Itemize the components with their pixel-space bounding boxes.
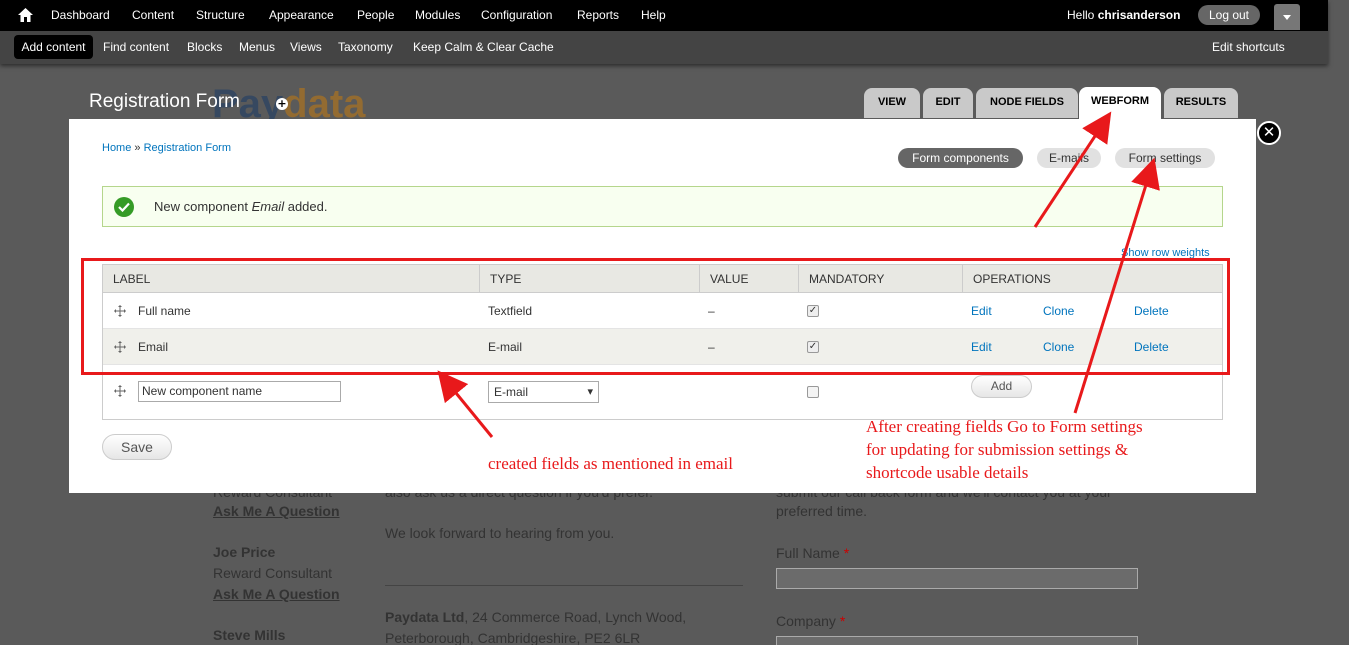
annotation-arrows	[437, 111, 1160, 438]
arrow-to-fields	[437, 370, 494, 438]
arrow-to-form-settings	[1073, 157, 1160, 414]
arrow-to-webform-tab	[1033, 111, 1112, 228]
